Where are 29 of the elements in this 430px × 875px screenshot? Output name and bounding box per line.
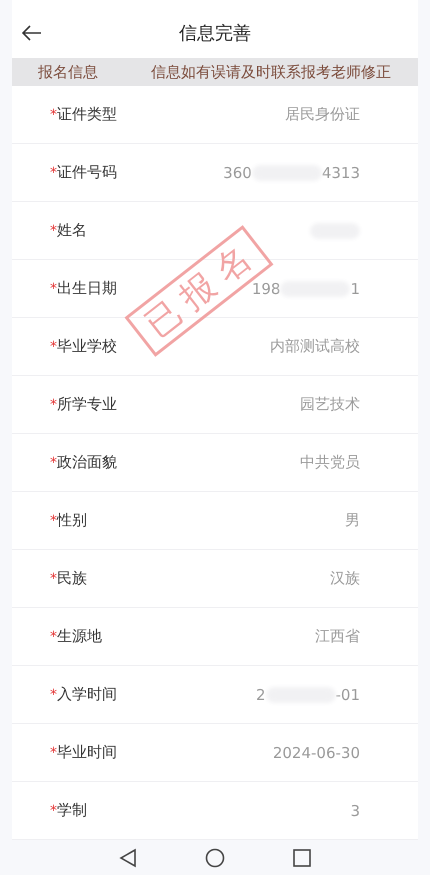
field-value: 2 -01: [256, 686, 360, 704]
field-label: *政治面貌: [50, 453, 117, 472]
field-label: *证件号码: [50, 163, 117, 182]
field-label: *性别: [50, 511, 87, 530]
notice-label: 报名信息: [37, 62, 99, 82]
field-value: 江西省: [315, 627, 360, 646]
field-value: 园艺技术: [300, 395, 360, 414]
recents-icon[interactable]: [293, 848, 311, 866]
field-value: 汉族: [330, 569, 360, 588]
field-value: 3: [350, 802, 360, 820]
field-label: *出生日期: [50, 279, 117, 298]
field-label: *学制: [50, 801, 87, 820]
field-label: *生源地: [50, 627, 102, 646]
field-label: *毕业时间: [50, 743, 117, 762]
field-label: *证件类型: [50, 105, 117, 124]
home-icon[interactable]: [205, 848, 225, 868]
field-label: *姓名: [50, 221, 87, 240]
field-value: 男: [345, 511, 360, 530]
field-label: *入学时间: [50, 685, 117, 704]
field-value: 360 4313: [223, 164, 360, 182]
field-value: 2024-06-30: [272, 744, 360, 762]
field-label: *毕业学校: [50, 337, 117, 356]
notice-message: 信息如有误请及时联系报考老师修正: [150, 62, 392, 82]
page-title: 信息完善: [179, 23, 251, 44]
field-label: *所学专业: [50, 395, 117, 414]
back-icon[interactable]: [119, 848, 137, 868]
field-label: *民族: [50, 569, 87, 588]
field-value: 居民身份证: [285, 105, 360, 124]
field-value: 中共党员: [300, 453, 360, 472]
